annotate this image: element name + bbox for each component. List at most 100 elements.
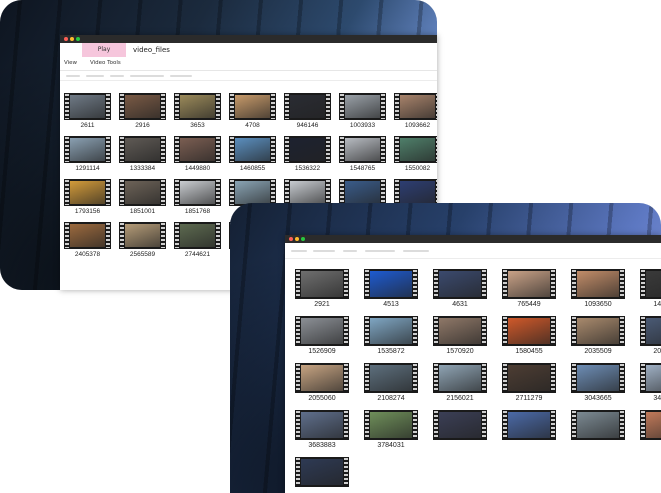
maximize-window-button[interactable] (76, 37, 80, 41)
video-file-tile[interactable]: 1093662 (392, 93, 437, 136)
video-file-tile[interactable] (291, 457, 360, 493)
video-preview-image (439, 365, 481, 391)
file-name-label: 1093662 (404, 122, 431, 129)
file-name-label: 2921 (314, 301, 330, 308)
video-file-tile[interactable]: 2055060 (291, 363, 360, 410)
video-file-tile[interactable]: 2156021 (429, 363, 498, 410)
video-thumbnail (64, 179, 111, 206)
close-window-button[interactable] (64, 37, 68, 41)
video-file-tile[interactable]: 2921 (291, 269, 360, 316)
video-file-tile[interactable]: 1570920 (429, 316, 498, 363)
video-file-tile[interactable]: 2916 (117, 93, 172, 136)
file-name-label: 3683883 (308, 442, 336, 449)
file-name-label: 1550082 (404, 165, 431, 172)
maximize-window-button[interactable] (301, 237, 305, 241)
video-preview-image (70, 181, 105, 204)
video-file-tile[interactable]: 1449880 (172, 136, 227, 179)
video-preview-image (290, 95, 325, 118)
video-thumbnail (119, 179, 166, 206)
video-file-tile[interactable] (636, 410, 661, 457)
video-file-tile[interactable]: 3499022 (636, 363, 661, 410)
video-file-tile[interactable]: 1548765 (337, 136, 392, 179)
ribbon: Play video_files View Video Tools (60, 43, 437, 71)
video-file-tile[interactable]: 946146 (282, 93, 337, 136)
video-thumbnail (571, 316, 625, 346)
video-file-tile[interactable]: 4631 (429, 269, 498, 316)
video-preview-image (180, 138, 215, 161)
video-file-tile[interactable]: 3683883 (291, 410, 360, 457)
video-preview-image (301, 459, 343, 485)
video-file-tile[interactable] (429, 410, 498, 457)
minimize-window-button[interactable] (295, 237, 299, 241)
video-file-tile[interactable]: 1535872 (360, 316, 429, 363)
file-name-label: 2565589 (129, 251, 156, 258)
address-bar[interactable] (60, 71, 437, 81)
video-file-tile[interactable]: 1444603 (636, 269, 661, 316)
file-name-label: 3784031 (377, 442, 405, 449)
file-name-label: 1548765 (349, 165, 376, 172)
minimize-window-button[interactable] (70, 37, 74, 41)
file-name-label: 4708 (245, 122, 260, 129)
file-name-label: 4631 (452, 301, 468, 308)
video-file-tile[interactable]: 2711279 (498, 363, 567, 410)
video-file-tile[interactable]: 1526909 (291, 316, 360, 363)
video-file-tile[interactable]: 3653 (172, 93, 227, 136)
video-file-tile[interactable]: 3784031 (360, 410, 429, 457)
file-name-label: 1460855 (239, 165, 266, 172)
video-file-tile[interactable]: 1333384 (117, 136, 172, 179)
video-file-tile[interactable] (567, 410, 636, 457)
video-file-tile[interactable]: 1550082 (392, 136, 437, 179)
video-preview-image (577, 365, 619, 391)
video-thumbnail (640, 316, 661, 346)
video-file-tile[interactable]: 1580455 (498, 316, 567, 363)
video-preview-image (345, 138, 380, 161)
video-file-tile[interactable]: 1291114 (62, 136, 117, 179)
file-name-label: 3653 (190, 122, 205, 129)
video-preview-image (646, 365, 661, 391)
breadcrumb-segment (291, 250, 307, 252)
video-file-tile[interactable]: 2035509 (567, 316, 636, 363)
file-name-label: 2156021 (446, 395, 474, 402)
video-file-tile[interactable]: 1851768 (172, 179, 227, 222)
video-file-tile[interactable]: 2108274 (360, 363, 429, 410)
file-name-label: 2916 (135, 122, 150, 129)
video-preview-image (577, 412, 619, 438)
video-thumbnail (295, 269, 349, 299)
window-titlebar (60, 35, 437, 43)
tab-play[interactable]: Play (82, 43, 126, 57)
video-file-tile[interactable]: 1003933 (337, 93, 392, 136)
video-preview-image (125, 95, 160, 118)
video-thumbnail (364, 269, 418, 299)
file-name-label: 1535872 (377, 348, 405, 355)
video-file-tile[interactable]: 1536322 (282, 136, 337, 179)
video-file-tile[interactable]: 1851001 (117, 179, 172, 222)
video-preview-image (345, 181, 380, 204)
video-file-tile[interactable]: 765449 (498, 269, 567, 316)
video-file-tile[interactable]: 2611 (62, 93, 117, 136)
tab-video-tools[interactable]: Video Tools (90, 60, 121, 66)
video-preview-image (180, 224, 215, 247)
tab-view[interactable]: View (64, 60, 77, 66)
video-thumbnail (229, 179, 276, 206)
video-preview-image (400, 181, 435, 204)
video-file-tile[interactable]: 1793156 (62, 179, 117, 222)
video-file-tile[interactable]: 2053100 (636, 316, 661, 363)
file-name-label: 2711279 (515, 395, 543, 402)
video-file-tile[interactable]: 4708 (227, 93, 282, 136)
video-thumbnail (284, 136, 331, 163)
file-name-label: 1093650 (584, 301, 612, 308)
breadcrumb-segment (66, 75, 80, 77)
video-file-tile[interactable]: 2744621 (172, 222, 227, 265)
video-file-tile[interactable]: 2405378 (62, 222, 117, 265)
video-preview-image (508, 318, 550, 344)
video-file-tile[interactable]: 1093650 (567, 269, 636, 316)
video-file-tile[interactable]: 1460855 (227, 136, 282, 179)
close-window-button[interactable] (289, 237, 293, 241)
address-bar[interactable] (285, 243, 661, 259)
video-file-tile[interactable] (498, 410, 567, 457)
video-file-tile[interactable]: 4513 (360, 269, 429, 316)
video-file-tile[interactable]: 3043665 (567, 363, 636, 410)
video-thumbnail (394, 136, 437, 163)
video-preview-image (508, 271, 550, 297)
video-file-tile[interactable]: 2565589 (117, 222, 172, 265)
